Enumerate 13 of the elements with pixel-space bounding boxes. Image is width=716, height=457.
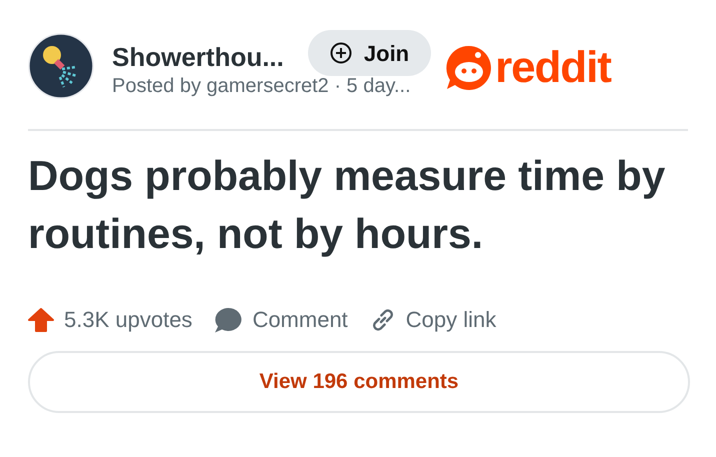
comment-button[interactable]: Comment [252, 307, 348, 333]
join-button[interactable]: Join [308, 30, 432, 76]
plus-icon [330, 42, 352, 64]
speech-bubble-icon[interactable] [214, 307, 242, 333]
upvotes-count: 5.3K upvotes [64, 307, 192, 333]
reddit-logo: reddit [445, 44, 611, 92]
community-name[interactable]: Showerthou... [112, 41, 284, 73]
view-comments-button[interactable]: View 196 comments [28, 351, 690, 413]
community-avatar [28, 33, 94, 99]
post-byline: Posted by gamersecret2 · 5 day... [112, 74, 412, 98]
post-title: Dogs probably measure time by routines, not by hours. [28, 151, 666, 259]
copy-link-button[interactable]: Copy link [406, 307, 496, 333]
upvote-arrow-icon[interactable] [28, 307, 54, 333]
